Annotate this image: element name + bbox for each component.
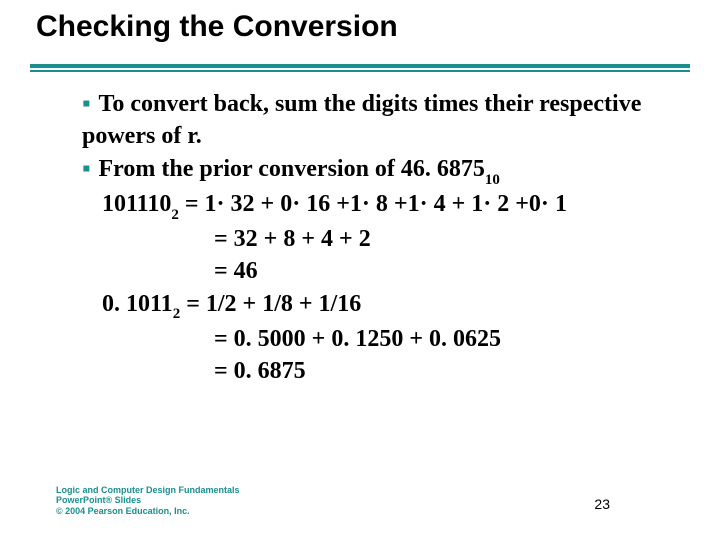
- bullet-line-1: ▪To convert back, sum the digits times t…: [82, 88, 672, 153]
- slide-title: Checking the Conversion: [36, 10, 398, 44]
- subscript-10: 10: [485, 172, 500, 188]
- expansion-frac: = 1/2 + 1/8 + 1/16: [180, 291, 361, 317]
- page-number: 23: [594, 496, 610, 512]
- calc-line-5: = 0. 5000 + 0. 1250 + 0. 0625: [82, 323, 672, 355]
- brand-line-3: © 2004 Pearson Education, Inc.: [56, 506, 240, 516]
- calc-line-1: 1011102 = 1· 32 + 0· 16 +1· 8 +1· 4 + 1·…: [82, 188, 672, 223]
- binary-frac: 0. 1011: [102, 291, 173, 317]
- bullet-text-1: To convert back, sum the digits times th…: [82, 91, 641, 149]
- subscript-2: 2: [171, 207, 179, 223]
- square-bullet-icon: ▪: [82, 91, 91, 117]
- calc-line-4: 0. 10112 = 1/2 + 1/8 + 1/16: [82, 288, 672, 323]
- title-rule-thin: [30, 70, 690, 72]
- bullet-text-2: From the prior conversion of 46. 6875: [99, 156, 485, 182]
- binary-int: 101110: [102, 191, 171, 217]
- title-rule-thick: [30, 64, 690, 68]
- calc-line-3: = 46: [82, 255, 672, 287]
- body-content: ▪To convert back, sum the digits times t…: [82, 88, 672, 387]
- expansion-int: = 1· 32 + 0· 16 +1· 8 +1· 4 + 1· 2 +0· 1: [179, 191, 567, 217]
- subscript-2: 2: [173, 306, 181, 322]
- slide: Checking the Conversion ▪To convert back…: [0, 0, 720, 540]
- brand-line-1: Logic and Computer Design Fundamentals: [56, 485, 240, 495]
- calc-line-2: = 32 + 8 + 4 + 2: [82, 223, 672, 255]
- bullet-line-2: ▪ From the prior conversion of 46. 687510: [82, 153, 672, 188]
- brand-line-2: PowerPoint® Slides: [56, 495, 240, 505]
- square-bullet-icon: ▪: [82, 156, 91, 182]
- branding-footer: Logic and Computer Design Fundamentals P…: [56, 485, 240, 516]
- calc-line-6: = 0. 6875: [82, 355, 672, 387]
